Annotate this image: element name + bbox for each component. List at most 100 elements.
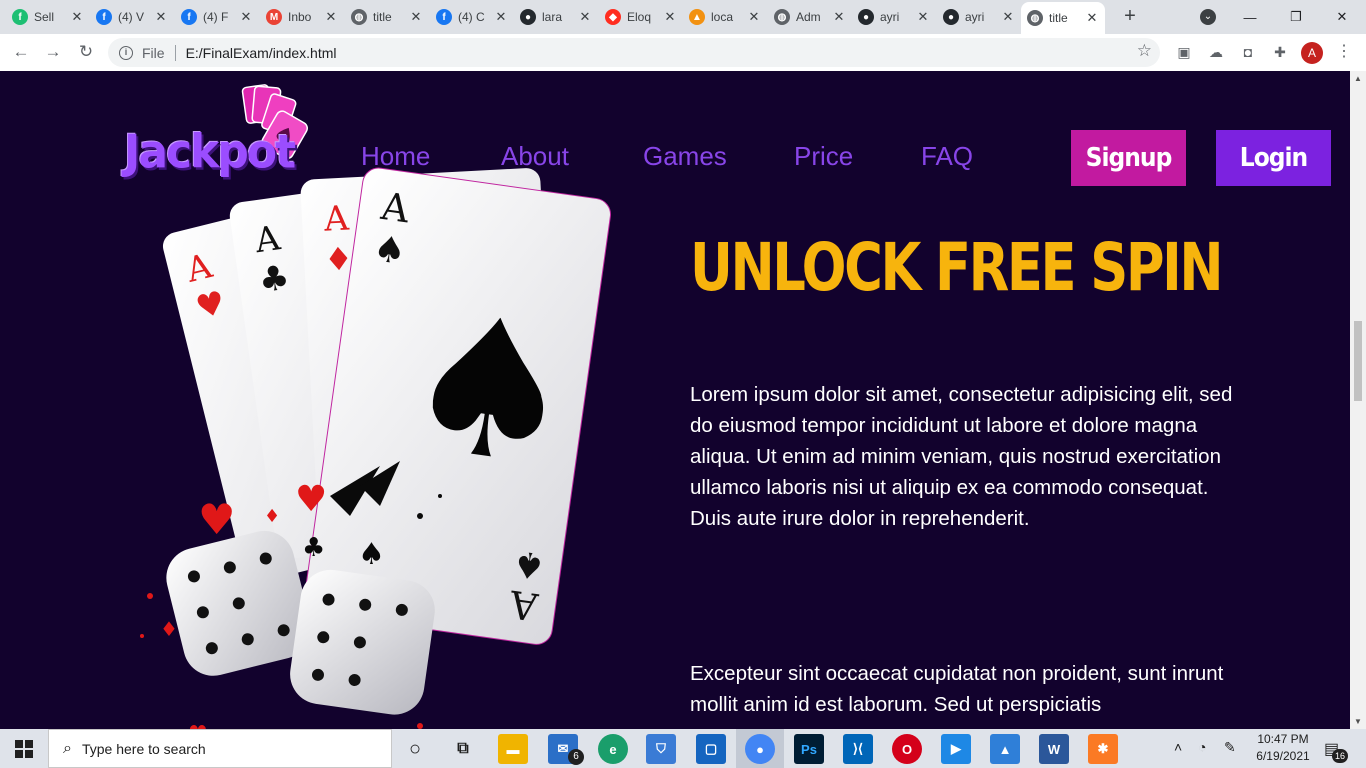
cloud-extension-icon[interactable]: ☁ [1206,42,1226,62]
url-text[interactable]: E:/FinalExam/index.html [186,45,337,61]
close-tab-icon[interactable]: ✕ [747,9,761,25]
browser-tab[interactable]: ▲ loca ✕ [683,4,767,30]
svg-text:♦: ♦ [264,506,280,527]
tab-title: lara [542,10,563,24]
task-view-icon[interactable]: ⧉ [448,734,478,764]
reload-button[interactable]: ↻ [74,40,98,64]
close-tab-icon[interactable]: ✕ [154,9,168,25]
tab-search-button[interactable]: ⌄ [1186,0,1230,34]
puzzle-extensions-icon[interactable]: ✚ [1270,42,1290,62]
app-icon[interactable]: ▢ [696,734,726,764]
file-explorer-icon[interactable]: ▬ [498,734,528,764]
github-icon: ● [520,9,536,25]
nav-price[interactable]: Price [794,141,853,172]
chrome-icon[interactable]: ● [745,734,775,764]
close-tab-icon[interactable]: ✕ [409,9,423,25]
github-icon: ● [943,9,959,25]
pen-icon[interactable]: ✎ [1224,739,1236,756]
scroll-down-arrow-icon[interactable]: ▼ [1353,717,1363,726]
close-tab-icon[interactable]: ✕ [494,9,508,25]
camera-extension-icon[interactable]: ◘ [1238,42,1258,62]
tray-chevron-up-icon[interactable]: ˄ [1174,739,1182,755]
opera-icon[interactable]: O [892,734,922,764]
tab-title: ayri [880,10,900,24]
forward-button[interactable]: → [41,40,65,64]
notification-badge: 16 [1332,749,1348,763]
mail-badge: 6 [568,749,584,765]
facebook-icon: f [436,9,452,25]
page-viewport: Jackpot Home About Games Price FAQ Signu… [0,71,1350,729]
globe-icon: ◍ [1027,10,1043,26]
svg-text:♣: ♣ [302,533,325,563]
svg-text:♠: ♠ [358,537,385,572]
signup-button[interactable]: Signup [1071,130,1186,186]
system-clock[interactable]: 10:47 PM 6/19/2021 [1248,731,1318,765]
svg-text:♠: ♠ [390,269,589,512]
profile-avatar[interactable]: A [1301,42,1323,64]
hero-headline: UNLOCK FREE SPIN [690,229,1224,306]
browser-tab[interactable]: ◍ title ✕ [345,4,429,30]
bookmark-star-icon[interactable]: ☆ [1137,41,1152,61]
edge-icon[interactable]: e [598,734,628,764]
svg-text:♠: ♠ [371,228,409,273]
media-player-icon[interactable]: ▶ [941,734,971,764]
close-tab-icon[interactable]: ✕ [663,9,677,25]
network-icon[interactable]: ◔ [1198,739,1206,755]
close-window-button[interactable]: ✕ [1320,0,1364,34]
browser-tab[interactable]: ◍ title ✕ [1021,2,1105,34]
photoshop-icon[interactable]: Ps [794,734,824,764]
cortana-icon[interactable]: ○ [400,734,430,764]
start-button[interactable] [0,729,48,768]
login-button[interactable]: Login [1216,130,1331,186]
photos-icon[interactable]: ▲ [990,734,1020,764]
close-tab-icon[interactable]: ✕ [916,9,930,25]
maximize-button[interactable]: ❐ [1274,0,1318,34]
browser-menu-icon[interactable]: ⋮ [1336,42,1352,62]
browser-tab[interactable]: ◆ Eloq ✕ [599,4,683,30]
tab-title: ayri [965,10,985,24]
close-tab-icon[interactable]: ✕ [832,9,846,25]
close-tab-icon[interactable]: ✕ [70,9,84,25]
scrollbar-thumb[interactable] [1354,321,1362,401]
word-icon[interactable]: W [1039,734,1069,764]
nav-faq[interactable]: FAQ [921,141,973,172]
page-scrollbar[interactable]: ▲ ▼ [1350,71,1366,729]
search-icon: ⌕ [63,739,72,757]
back-button[interactable]: ← [9,40,33,64]
minimize-button[interactable]: — [1228,0,1272,34]
facebook-icon: f [181,9,197,25]
scroll-up-arrow-icon[interactable]: ▲ [1353,74,1363,83]
address-bar[interactable]: i File E:/FinalExam/index.html ☆ [108,38,1160,67]
info-icon[interactable]: i [119,45,133,60]
browser-tab[interactable]: f (4) V ✕ [90,4,174,30]
laravel-icon: ◆ [605,9,621,25]
browser-tab[interactable]: ◍ Adm ✕ [768,4,852,30]
close-tab-icon[interactable]: ✕ [324,9,338,25]
svg-text:♥: ♥ [295,479,327,520]
xampp-icon[interactable]: ✱ [1088,734,1118,764]
fiverr-icon: f [12,9,28,25]
tab-title: Inbo [288,10,312,24]
taskbar-search[interactable]: ⌕ Type here to search [48,729,392,768]
browser-tab[interactable]: f Sell ✕ [6,4,90,30]
close-tab-icon[interactable]: ✕ [1001,9,1015,25]
tab-title: Sell [34,10,55,24]
browser-tab[interactable]: ● ayri ✕ [937,4,1021,30]
browser-tab[interactable]: f (4) F ✕ [175,4,259,30]
store-icon[interactable]: ⛉ [646,734,676,764]
pdf-extension-icon[interactable]: ▣ [1174,42,1194,62]
search-placeholder[interactable]: Type here to search [82,741,206,757]
new-tab-button[interactable]: + [1120,6,1140,26]
browser-tab[interactable]: M Inbo ✕ [260,4,344,30]
close-tab-icon[interactable]: ✕ [239,9,253,25]
browser-tab[interactable]: f (4) C ✕ [430,4,514,30]
browser-tab[interactable]: ● ayri ✕ [852,4,936,30]
svg-text:♠: ♠ [510,542,548,587]
clock-date: 6/19/2021 [1256,749,1310,763]
browser-tab[interactable]: ● lara ✕ [514,4,598,30]
svg-text:♥: ♥ [198,495,236,544]
vscode-icon[interactable]: ⟩⟨ [843,734,873,764]
close-tab-icon[interactable]: ✕ [578,9,592,25]
close-tab-icon[interactable]: ✕ [1085,10,1099,26]
gmail-icon: M [266,9,282,25]
